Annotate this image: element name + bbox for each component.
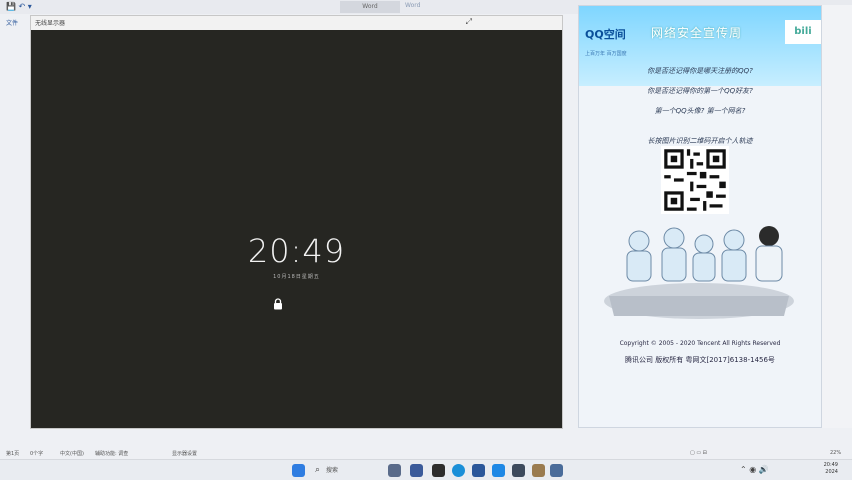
taskview-icon[interactable] — [388, 464, 401, 477]
explorer-icon[interactable] — [532, 464, 545, 477]
edge-icon[interactable] — [452, 464, 465, 477]
bilibili-watermark: bili — [785, 20, 821, 44]
window-titlebar: 无线显示器 ⤢ — [31, 16, 562, 30]
taskbar-search[interactable]: 搜索 — [312, 464, 372, 477]
window-title: 无线显示器 — [35, 20, 66, 27]
windows-start-icon[interactable] — [292, 464, 305, 477]
widget-icon[interactable] — [410, 464, 423, 477]
ad-line-3: 第一个QQ头像? 第一个网名? — [654, 107, 746, 115]
qq-zone-logo: QQ空间 — [585, 28, 626, 41]
zoom-level[interactable]: 22% — [830, 450, 841, 456]
clock-date: 2024 — [825, 469, 838, 475]
settings-icon[interactable] — [512, 464, 525, 477]
word-count[interactable]: 0个字 — [30, 450, 43, 457]
kids-sitting-illustration — [604, 226, 794, 319]
wireless-display-window: 无线显示器 ⤢ 20:49 10月18日星期五 — [30, 15, 563, 429]
store-icon[interactable] — [492, 464, 505, 477]
language-indicator[interactable]: 中文(中国) — [60, 450, 84, 457]
taskbar-clock[interactable]: 20:49 2024 — [818, 462, 838, 476]
app-icon[interactable] — [550, 464, 563, 477]
fullscreen-icon[interactable]: ⤢ — [466, 17, 472, 27]
accessibility-status[interactable]: 辅助功能: 调查 — [95, 450, 128, 457]
save-icon[interactable]: 💾 ↶ ▾ — [6, 2, 32, 11]
icp-license-text: 腾讯公司 版权所有 粤网文[2017]6138-1456号 — [625, 356, 775, 364]
lock-icon[interactable] — [273, 298, 283, 310]
lock-screen-date: 10月18日星期五 — [273, 274, 320, 280]
ad-line-2: 你是否还记得你的第一个QQ好友? — [647, 87, 753, 95]
ad-slogan: 网络安全宣传周 — [651, 26, 743, 40]
ad-line-4: 长按图片识别二维码开启个人轨迹 — [647, 137, 753, 145]
terminal-icon[interactable] — [432, 464, 445, 477]
file-tab[interactable]: 文件 — [6, 18, 18, 27]
side-panel — [822, 5, 852, 428]
document-title: Word — [340, 1, 400, 13]
word-status-bar: 第1页 0个字 中文(中国) 辅助功能: 调查 显示器设置 ▢ ▭ ⊟ 22% — [0, 447, 852, 459]
ad-line-1: 你是否还记得你是哪天注册的QQ? — [647, 67, 753, 75]
lock-screen-clock: 20:49 — [247, 232, 346, 270]
tray-icons[interactable]: ⌃ ◉ 🔊 — [740, 465, 769, 474]
qr-code — [661, 146, 729, 214]
focus-mode-icon[interactable]: ▢ ▭ ⊟ — [690, 450, 707, 456]
qq-login-ad-panel: QQ空间 网络安全宣传周 上百万年 百万国度 bili 你是否还记得你是哪天注册… — [578, 5, 822, 428]
page-indicator[interactable]: 第1页 — [6, 450, 19, 457]
windows-taskbar: 搜索 ⌃ ◉ 🔊 20:49 2024 — [0, 459, 852, 480]
clock-time: 20:49 — [823, 462, 838, 468]
display-settings-link[interactable]: 显示器设置 — [172, 450, 197, 457]
mirrored-lock-screen[interactable]: 20:49 10月18日星期五 — [31, 30, 562, 428]
document-title-secondary: Word — [405, 2, 421, 9]
word-icon[interactable] — [472, 464, 485, 477]
copyright-text: Copyright © 2005 - 2020 Tencent All Righ… — [619, 340, 781, 347]
ad-sub-slogan: 上百万年 百万国度 — [585, 51, 627, 57]
